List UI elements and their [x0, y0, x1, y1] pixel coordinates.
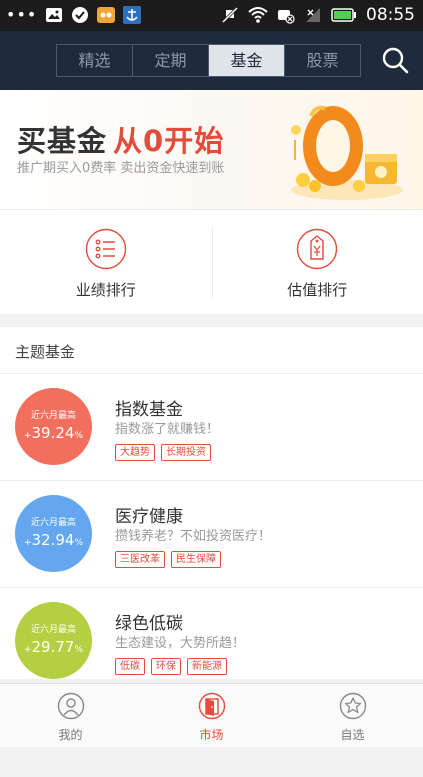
zero-coins-illustration: [291, 105, 403, 200]
fund-description: 指数涨了就赚钱！: [115, 422, 220, 437]
list-item[interactable]: 近六月最高 +32.94% 医疗健康 攒钱养老？不如投资医疗！ 三医改革 民生保…: [0, 481, 423, 588]
banner-title: 买基金 从0开始: [17, 118, 224, 160]
ranking-row: 业绩排行 估值排行: [0, 209, 423, 314]
more-dots-icon: •••: [6, 5, 38, 24]
theme-section-header: 主题基金: [0, 327, 423, 374]
tab-fund[interactable]: 基金: [209, 45, 285, 76]
fund-description: 生态建设，大势所趋！: [115, 636, 246, 651]
top-nav: 精选 定期 基金 股票: [0, 31, 423, 90]
return-value: +39.24%: [23, 424, 84, 442]
banner-title-prefix: 买基金: [17, 124, 108, 158]
return-caption: 近六月最高: [30, 518, 76, 528]
return-circle: 近六月最高 +29.77%: [15, 602, 92, 679]
fund-tag: 三医改革: [115, 551, 165, 568]
banner-subtitle: 推广期买入0费率 卖出资金快速到账: [17, 161, 225, 176]
status-right-icons: 08:55: [221, 5, 415, 25]
return-circle: 近六月最高 +39.24%: [15, 388, 92, 465]
tab-stocks[interactable]: 股票: [285, 45, 360, 76]
fund-name: 指数基金: [115, 400, 183, 420]
rank-label-valuation: 估值排行: [287, 281, 348, 299]
fund-tag: 大趋势: [115, 444, 155, 461]
fund-tag: 长期投资: [161, 444, 211, 461]
banner-title-highlight: 从0开始: [113, 124, 225, 158]
fund-tag: 新能源: [187, 658, 227, 675]
fund-tag: 低碳: [115, 658, 145, 675]
return-caption: 近六月最高: [30, 625, 76, 635]
tab-fixed-term[interactable]: 定期: [133, 45, 209, 76]
bottom-nav-label: 我的: [58, 728, 83, 742]
valuation-ranking[interactable]: 估值排行: [211, 210, 423, 314]
segment-tabs: 精选 定期 基金 股票: [56, 44, 361, 77]
search-icon[interactable]: [381, 46, 409, 74]
return-circle: 近六月最高 +32.94%: [15, 495, 92, 572]
bottom-nav-label: 市场: [199, 728, 224, 742]
list-item[interactable]: 近六月最高 +29.77% 绿色低碳 生态建设，大势所趋！ 低碳 环保 新能源: [0, 588, 423, 679]
fund-description: 攒钱养老？不如投资医疗！: [115, 529, 272, 544]
return-caption: 近六月最高: [30, 411, 76, 421]
fund-name: 绿色低碳: [115, 614, 183, 634]
battery-icon: [331, 8, 356, 22]
theme-section-title: 主题基金: [15, 343, 76, 361]
no-signal-icon: [306, 8, 320, 22]
fund-tag: 环保: [151, 658, 181, 675]
tab-featured[interactable]: 精选: [57, 45, 133, 76]
bottom-nav-watchlist[interactable]: 自选: [282, 684, 423, 747]
rank-label-performance: 业绩排行: [75, 281, 136, 299]
game-icon: [97, 7, 116, 23]
bottom-nav-market[interactable]: 市场: [141, 684, 282, 747]
anchor-icon: [123, 6, 142, 24]
status-left-icons: •••: [6, 5, 142, 24]
check-badge-icon: [72, 7, 89, 23]
sync-off-icon: [278, 10, 295, 24]
status-time: 08:55: [366, 5, 415, 25]
theme-fund-list: 近六月最高 +39.24% 指数基金 指数涨了就赚钱！ 大趋势 长期投资 近六月…: [0, 374, 423, 679]
price-tag-icon: [297, 228, 338, 270]
fund-tags: 大趋势 长期投资: [115, 444, 211, 461]
fund-name: 医疗健康: [115, 507, 183, 527]
status-bar: ••• 08:55: [0, 0, 423, 31]
fund-tags: 低碳 环保 新能源: [115, 658, 227, 675]
bottom-nav-mine[interactable]: 我的: [0, 684, 141, 747]
mute-icon: [221, 6, 239, 24]
market-door-icon: [198, 692, 225, 720]
bottom-nav: 我的 市场 自选: [0, 683, 423, 747]
wifi-icon: [248, 7, 268, 23]
return-value: +29.77%: [23, 638, 84, 656]
promo-banner[interactable]: 买基金 从0开始 推广期买入0费率 卖出资金快速到账: [0, 90, 423, 209]
image-icon: [46, 8, 63, 22]
fund-tags: 三医改革 民生保障: [115, 551, 221, 568]
user-icon: [57, 692, 84, 720]
star-icon: [339, 692, 366, 720]
list-item[interactable]: 近六月最高 +39.24% 指数基金 指数涨了就赚钱！ 大趋势 长期投资: [0, 374, 423, 481]
performance-ranking[interactable]: 业绩排行: [0, 210, 212, 314]
list-icon: [85, 228, 126, 270]
return-value: +32.94%: [23, 531, 84, 549]
fund-tag: 民生保障: [171, 551, 221, 568]
bottom-nav-label: 自选: [340, 728, 365, 742]
